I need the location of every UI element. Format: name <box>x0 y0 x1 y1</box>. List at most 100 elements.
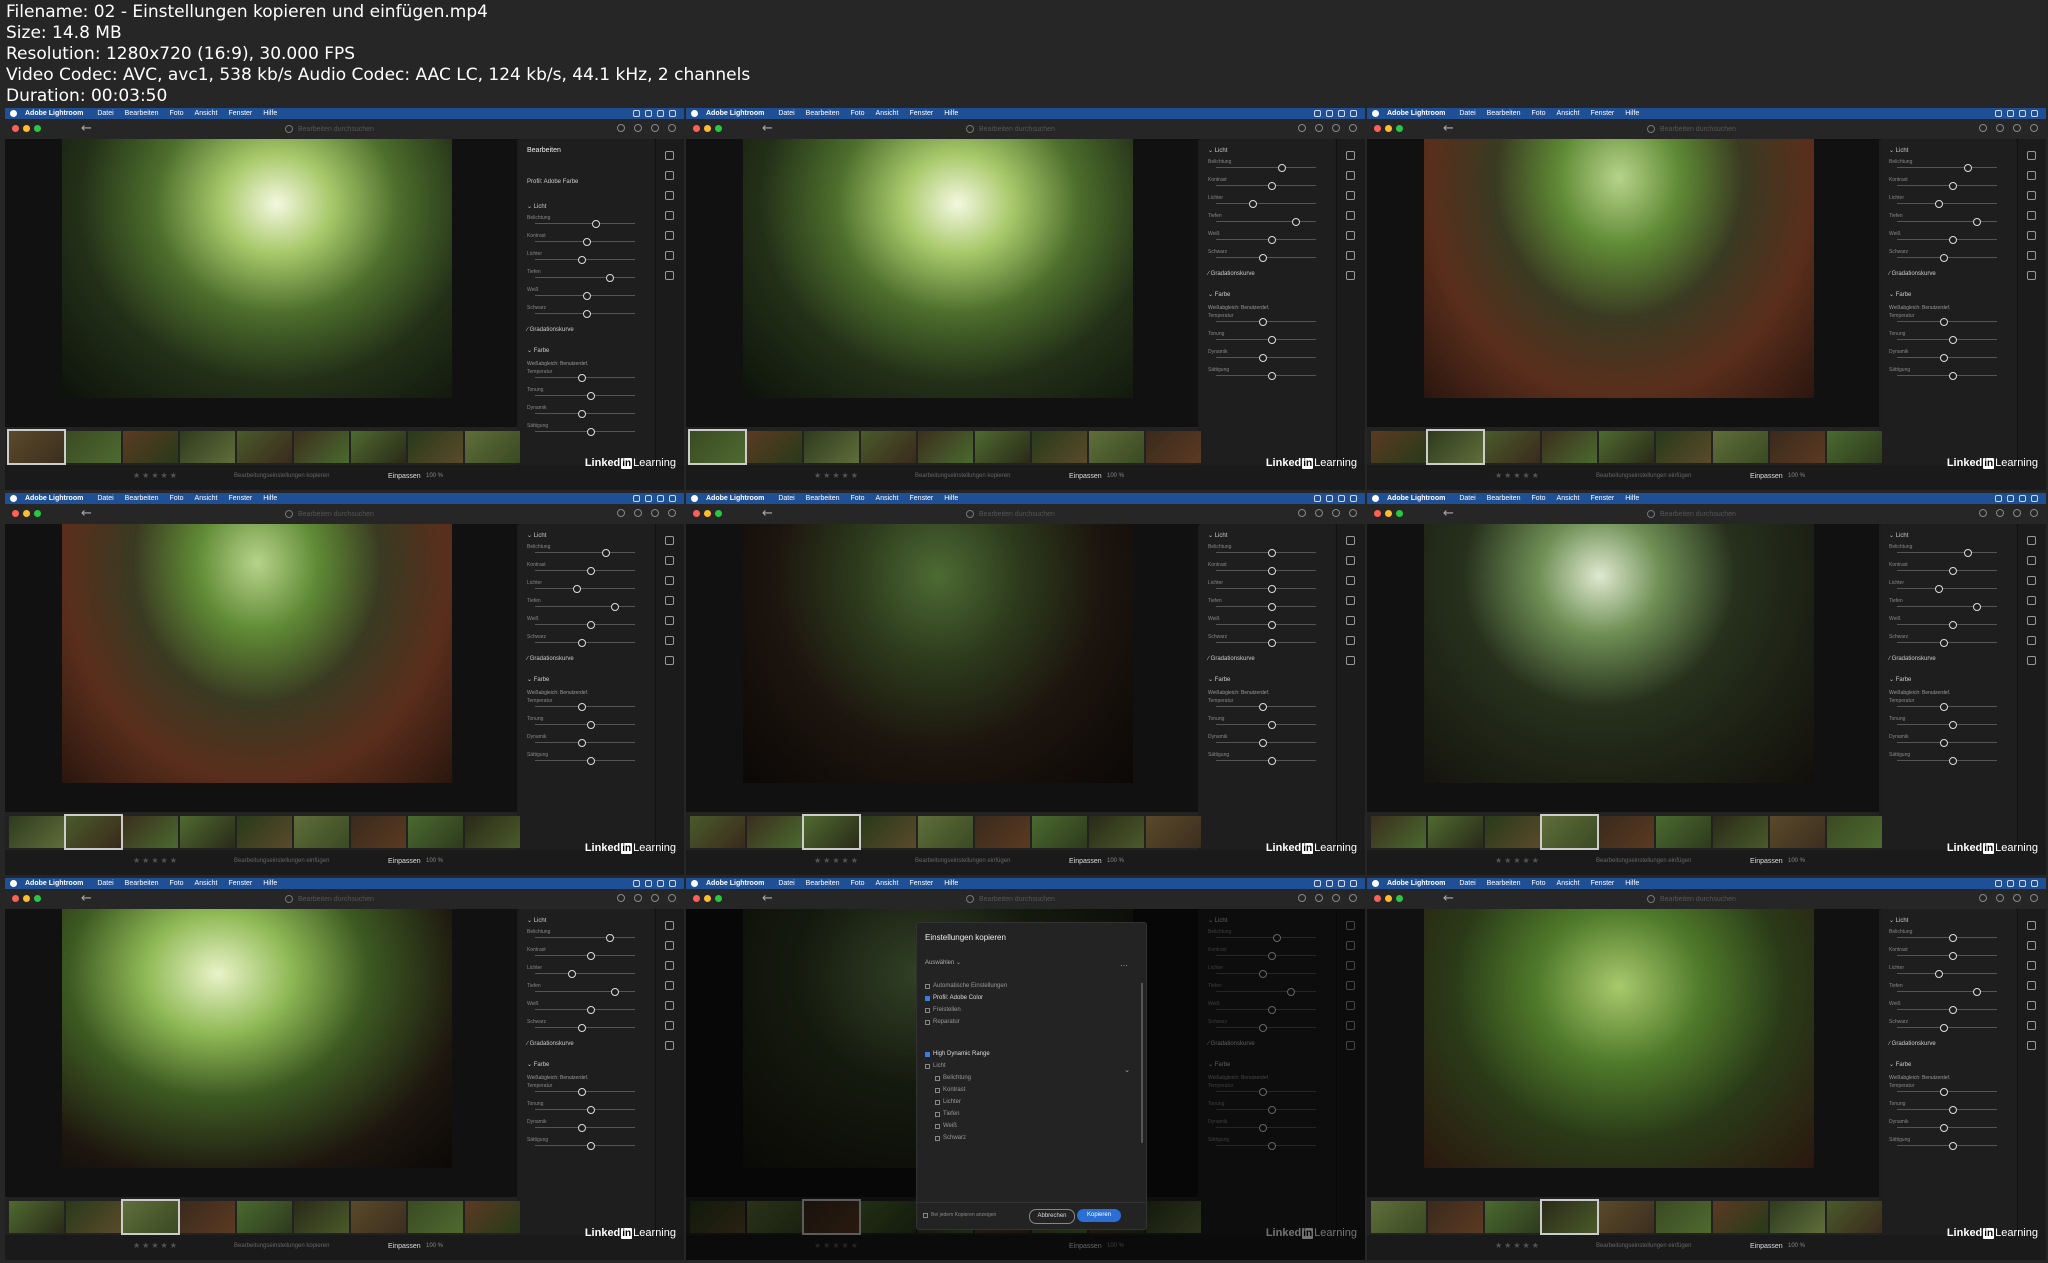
more-icon[interactable] <box>1346 271 1355 280</box>
filmstrip-thumb[interactable] <box>408 816 463 848</box>
filmstrip-thumb[interactable] <box>408 431 463 463</box>
slider-knob[interactable] <box>578 739 586 747</box>
tone-curve-row[interactable]: ∕ Gradationskurve <box>527 1041 574 1047</box>
filmstrip-thumb[interactable] <box>1770 1201 1825 1233</box>
slider-lichter[interactable]: Lichter <box>1889 580 2007 593</box>
crop-icon[interactable] <box>665 941 674 950</box>
slider-weiß[interactable]: Weiß <box>1208 616 1326 629</box>
search-field[interactable]: Bearbeiten durchsuchen <box>285 893 505 905</box>
apple-icon[interactable] <box>10 880 17 887</box>
slider-knob[interactable] <box>1268 621 1276 629</box>
slider-knob[interactable] <box>578 639 586 647</box>
filmstrip-thumb[interactable] <box>1428 1201 1483 1233</box>
filmstrip-thumb[interactable] <box>7 429 66 465</box>
close-window-button[interactable] <box>1374 125 1381 132</box>
slider-knob[interactable] <box>1949 721 1957 729</box>
zoom-level[interactable]: 100 % <box>1788 473 1805 479</box>
cancel-button[interactable]: Abbrechen <box>1029 1209 1075 1224</box>
slider-weiß[interactable]: Weiß <box>527 1001 645 1014</box>
back-arrow-icon[interactable]: ← <box>1443 891 1454 906</box>
apple-icon[interactable] <box>691 110 698 117</box>
more-icon[interactable] <box>2027 1041 2036 1050</box>
filmstrip-thumb[interactable] <box>180 816 235 848</box>
crop-icon[interactable] <box>665 556 674 565</box>
slider-temperatur[interactable]: Temperatur <box>1208 698 1326 711</box>
slider-knob[interactable] <box>1259 318 1267 326</box>
zoom-window-button[interactable] <box>34 510 41 517</box>
clock-icon[interactable] <box>1350 495 1357 502</box>
healing-icon[interactable] <box>2027 961 2036 970</box>
filmstrip-thumb[interactable] <box>1146 431 1201 463</box>
copy-button[interactable]: Kopieren <box>1077 1209 1121 1222</box>
slider-belichtung[interactable]: Belichtung <box>1208 544 1326 557</box>
filmstrip-thumb[interactable] <box>1599 431 1654 463</box>
info-icon[interactable] <box>2013 894 2021 902</box>
slider-dynamik[interactable]: Dynamik <box>527 734 645 747</box>
info-icon[interactable] <box>651 124 659 132</box>
share-icon[interactable] <box>634 509 642 517</box>
filmstrip-thumb[interactable] <box>918 816 973 848</box>
slider-tonung[interactable]: Tonung <box>527 387 645 400</box>
menu-fenster[interactable]: Fenster <box>229 110 253 117</box>
crop-icon[interactable] <box>1346 171 1355 180</box>
info-icon[interactable] <box>1332 509 1340 517</box>
close-window-button[interactable] <box>693 895 700 902</box>
option-schwarz[interactable]: Schwarz <box>935 1135 966 1141</box>
menu-hilfe[interactable]: Hilfe <box>944 880 958 887</box>
paste-settings-action[interactable]: Bearbeitungseinstellungen kopieren <box>234 473 329 479</box>
slider-belichtung[interactable]: Belichtung <box>527 544 645 557</box>
slider-knob[interactable] <box>1940 354 1948 362</box>
help-icon[interactable] <box>1979 124 1987 132</box>
filmstrip-thumb[interactable] <box>1827 816 1882 848</box>
slider-knob[interactable] <box>1935 585 1943 593</box>
slider-kontrast[interactable]: Kontrast <box>1889 947 2007 960</box>
filmstrip-thumb[interactable] <box>918 431 973 463</box>
menu-ansicht[interactable]: Ansicht <box>876 110 899 117</box>
slider-knob[interactable] <box>1949 1142 1957 1150</box>
slider-knob[interactable] <box>1949 1006 1957 1014</box>
search-field[interactable]: Bearbeiten durchsuchen <box>285 508 505 520</box>
slider-knob[interactable] <box>1940 1124 1948 1132</box>
filmstrip-thumb[interactable] <box>747 431 802 463</box>
fit-button[interactable]: Einpassen <box>388 858 421 865</box>
paste-settings-action[interactable]: Bearbeitungseinstellungen einfügen <box>234 858 329 864</box>
option-high-dynamic-range[interactable]: High Dynamic Range <box>925 1051 990 1057</box>
presets-icon[interactable] <box>665 1021 674 1030</box>
slider-knob[interactable] <box>587 757 595 765</box>
close-window-button[interactable] <box>12 125 19 132</box>
minimize-window-button[interactable] <box>23 510 30 517</box>
zoom-window-button[interactable] <box>715 510 722 517</box>
white-balance-selector[interactable]: Weißabgleich: Benutzerdef. <box>1889 1075 1950 1081</box>
wifi-icon[interactable] <box>633 880 640 887</box>
share-icon[interactable] <box>1315 894 1323 902</box>
menu-foto[interactable]: Foto <box>170 880 184 887</box>
white-balance-selector[interactable]: Weißabgleich: Benutzerdef. <box>1208 305 1269 311</box>
slider-sättigung[interactable]: Sättigung <box>527 752 645 765</box>
fit-button[interactable]: Einpassen <box>1750 473 1783 480</box>
search-field[interactable]: Bearbeiten durchsuchen <box>285 123 505 135</box>
slider-knob[interactable] <box>1268 603 1276 611</box>
filmstrip-thumb[interactable] <box>1770 816 1825 848</box>
slider-knob[interactable] <box>1268 372 1276 380</box>
minimize-window-button[interactable] <box>1385 125 1392 132</box>
slider-tiefen[interactable]: Tiefen <box>527 269 645 282</box>
menu-ansicht[interactable]: Ansicht <box>195 495 218 502</box>
zoom-window-button[interactable] <box>1396 895 1403 902</box>
tone-curve-row[interactable]: ∕ Gradationskurve <box>1889 271 1936 277</box>
slider-knob[interactable] <box>587 567 595 575</box>
slider-lichter[interactable]: Lichter <box>1208 195 1326 208</box>
close-window-button[interactable] <box>12 895 19 902</box>
filmstrip-thumb[interactable] <box>1713 816 1768 848</box>
slider-kontrast[interactable]: Kontrast <box>1208 562 1326 575</box>
clock-icon[interactable] <box>669 110 676 117</box>
paste-settings-action[interactable]: Bearbeitungseinstellungen einfügen <box>1596 473 1691 479</box>
minimize-window-button[interactable] <box>704 895 711 902</box>
slider-knob[interactable] <box>568 970 576 978</box>
slider-knob[interactable] <box>1949 336 1957 344</box>
presets-icon[interactable] <box>1346 251 1355 260</box>
slider-knob[interactable] <box>1268 236 1276 244</box>
search-field[interactable]: Bearbeiten durchsuchen <box>966 123 1186 135</box>
slider-knob[interactable] <box>578 1124 586 1132</box>
menu-hilfe[interactable]: Hilfe <box>1625 495 1639 502</box>
filmstrip-thumb[interactable] <box>1542 431 1597 463</box>
